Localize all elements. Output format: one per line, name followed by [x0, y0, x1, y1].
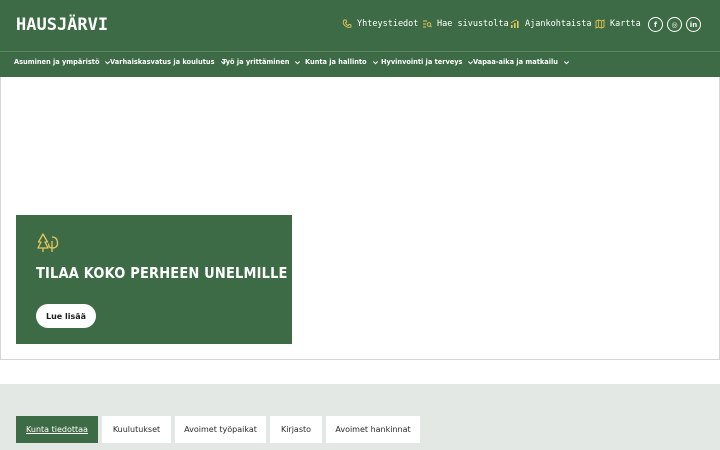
contacts-label: Yhteystiedot — [357, 19, 419, 29]
news-icon — [510, 19, 519, 28]
nav-item-label: Vapaa-aika ja matkailu — [473, 58, 558, 66]
nav-item-housing[interactable]: Asuminen ja ympäristö — [14, 58, 111, 66]
news-link[interactable]: Ajankohtaista — [510, 19, 592, 29]
map-link[interactable]: Kartta — [595, 19, 641, 29]
trees-icon — [37, 233, 59, 252]
phone-icon — [342, 19, 352, 28]
nav-item-work[interactable]: Työ ja yrittäminen — [222, 58, 301, 66]
facebook-glyph: f — [653, 20, 658, 29]
site-header: HAUSJÄRVI Yhteystiedot Hae sivustolta Aj… — [0, 0, 720, 77]
nav-item-label: Työ ja yrittäminen — [222, 58, 290, 66]
chevron-down-icon — [295, 60, 301, 64]
nav-item-label: Asuminen ja ympäristö — [14, 58, 100, 66]
tab-library[interactable]: Kirjasto — [270, 416, 322, 443]
hero-card: TILAA KOKO PERHEEN UNELMILLE Lue lisää — [16, 215, 292, 344]
main-nav: Asuminen ja ympäristö Varhaiskasvatus ja… — [0, 52, 720, 77]
nav-item-administration[interactable]: Kunta ja hallinto — [305, 58, 379, 66]
chevron-down-icon — [372, 60, 378, 64]
instagram-glyph: ◎ — [671, 20, 678, 29]
search-site-link[interactable]: Hae sivustolta — [422, 19, 509, 29]
nav-item-education[interactable]: Varhaiskasvatus ja koulutus — [110, 58, 227, 66]
nav-item-leisure[interactable]: Vapaa-aika ja matkailu — [473, 58, 570, 66]
tab-announcements[interactable]: Kuulutukset — [102, 416, 171, 443]
facebook-icon[interactable]: f — [648, 17, 663, 32]
nav-item-label: Kunta ja hallinto — [305, 58, 367, 66]
contacts-link[interactable]: Yhteystiedot — [342, 19, 418, 29]
chevron-down-icon — [563, 60, 569, 64]
site-logo[interactable]: HAUSJÄRVI — [16, 15, 108, 35]
nav-item-label: Varhaiskasvatus ja koulutus — [110, 58, 215, 66]
tab-open-procurements[interactable]: Avoimet hankinnat — [326, 416, 420, 443]
nav-item-label: Hyvinvointi ja terveys — [381, 58, 463, 66]
instagram-icon[interactable]: ◎ — [667, 17, 682, 32]
search-site-label: Hae sivustolta — [437, 19, 509, 29]
map-label: Kartta — [610, 19, 641, 29]
nav-item-wellbeing[interactable]: Hyvinvointi ja terveys — [381, 58, 474, 66]
search-list-icon — [423, 20, 432, 28]
header-top-bar: HAUSJÄRVI Yhteystiedot Hae sivustolta Aj… — [0, 0, 720, 52]
news-label: Ajankohtaista — [525, 19, 592, 29]
read-more-button[interactable]: Lue lisää — [36, 304, 97, 328]
linkedin-glyph: in — [689, 20, 698, 29]
news-section: Kunta tiedottaa Kuulutukset Avoimet työp… — [0, 384, 720, 450]
tab-municipal-news[interactable]: Kunta tiedottaa — [16, 416, 98, 443]
map-icon — [595, 19, 605, 29]
linkedin-icon[interactable]: in — [686, 17, 701, 32]
tab-open-jobs[interactable]: Avoimet työpaikat — [175, 416, 266, 443]
hero-title: TILAA KOKO PERHEEN UNELMILLE — [36, 264, 288, 282]
